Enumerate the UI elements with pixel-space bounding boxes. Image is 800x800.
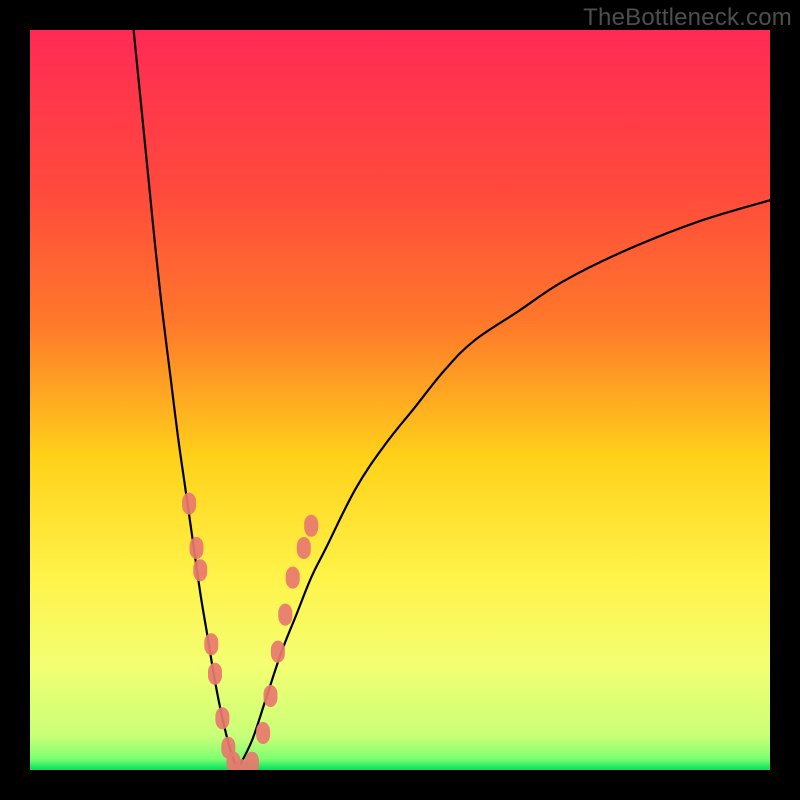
chart-frame: TheBottleneck.com: [0, 0, 800, 800]
watermark-text: TheBottleneck.com: [583, 4, 792, 32]
plot-area: [30, 30, 770, 770]
chart-svg: [30, 30, 770, 770]
